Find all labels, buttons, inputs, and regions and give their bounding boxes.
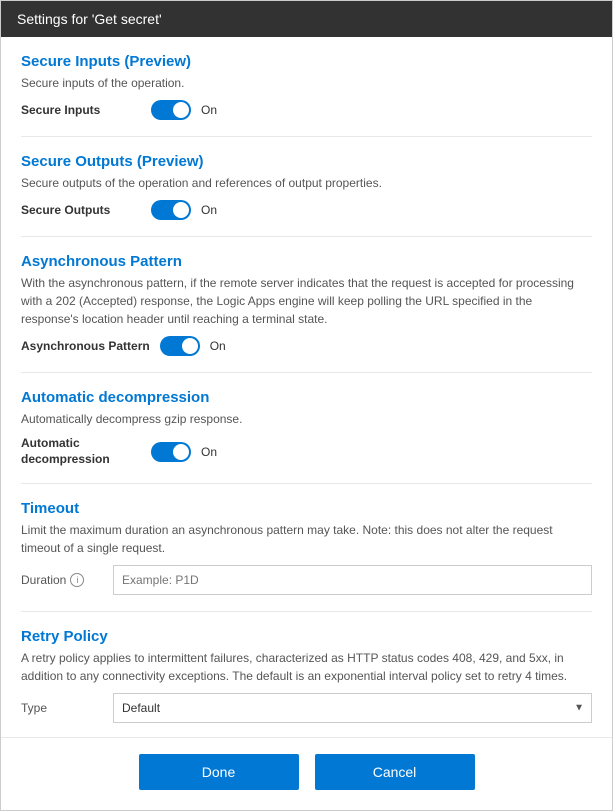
timeout-desc: Limit the maximum duration an asynchrono… (21, 521, 592, 557)
secure-inputs-toggle[interactable] (151, 100, 191, 120)
auto-decompress-desc: Automatically decompress gzip response. (21, 410, 592, 428)
timeout-field-row: Duration i (21, 565, 592, 595)
dialog-footer: Done Cancel (1, 737, 612, 810)
secure-inputs-title: Secure Inputs (Preview) (21, 53, 592, 70)
duration-input[interactable] (113, 565, 592, 595)
retry-type-label: Type (21, 701, 101, 715)
secure-inputs-toggle-row: Secure Inputs On (21, 100, 592, 120)
settings-dialog: Settings for 'Get secret' Secure Inputs … (0, 0, 613, 811)
timeout-section: Timeout Limit the maximum duration an as… (21, 500, 592, 612)
secure-outputs-label: Secure Outputs (21, 203, 141, 217)
timeout-title: Timeout (21, 500, 592, 517)
retry-type-row: Type Default None Fixed interval Exponen… (21, 693, 592, 723)
cancel-button[interactable]: Cancel (315, 754, 475, 790)
secure-inputs-toggle-state: On (201, 103, 217, 117)
secure-outputs-toggle-state: On (201, 203, 217, 217)
dialog-title: Settings for 'Get secret' (17, 11, 162, 27)
async-pattern-desc: With the asynchronous pattern, if the re… (21, 274, 592, 328)
secure-inputs-section: Secure Inputs (Preview) Secure inputs of… (21, 53, 592, 137)
secure-outputs-desc: Secure outputs of the operation and refe… (21, 174, 592, 192)
async-pattern-toggle-state: On (210, 339, 226, 353)
async-pattern-toggle-row: Asynchronous Pattern On (21, 336, 592, 356)
retry-policy-desc: A retry policy applies to intermittent f… (21, 649, 592, 685)
retry-policy-section: Retry Policy A retry policy applies to i… (21, 628, 592, 737)
done-button[interactable]: Done (139, 754, 299, 790)
secure-outputs-toggle[interactable] (151, 200, 191, 220)
auto-decompress-section: Automatic decompression Automatically de… (21, 389, 592, 484)
retry-policy-title: Retry Policy (21, 628, 592, 645)
secure-outputs-toggle-row: Secure Outputs On (21, 200, 592, 220)
duration-info-icon[interactable]: i (70, 573, 84, 587)
auto-decompress-label: Automatic decompression (21, 436, 141, 467)
retry-type-select-wrapper: Default None Fixed interval Exponential … (113, 693, 592, 723)
retry-type-select[interactable]: Default None Fixed interval Exponential … (113, 693, 592, 723)
auto-decompress-title: Automatic decompression (21, 389, 592, 406)
dialog-body: Secure Inputs (Preview) Secure inputs of… (1, 37, 612, 737)
dialog-header: Settings for 'Get secret' (1, 1, 612, 37)
secure-outputs-title: Secure Outputs (Preview) (21, 153, 592, 170)
async-pattern-label: Asynchronous Pattern (21, 339, 150, 353)
auto-decompress-toggle-state: On (201, 445, 217, 459)
auto-decompress-toggle[interactable] (151, 442, 191, 462)
async-pattern-section: Asynchronous Pattern With the asynchrono… (21, 253, 592, 373)
secure-outputs-section: Secure Outputs (Preview) Secure outputs … (21, 153, 592, 237)
auto-decompress-toggle-row: Automatic decompression On (21, 436, 592, 467)
secure-inputs-desc: Secure inputs of the operation. (21, 74, 592, 92)
duration-label: Duration i (21, 573, 101, 587)
async-pattern-toggle[interactable] (160, 336, 200, 356)
async-pattern-title: Asynchronous Pattern (21, 253, 592, 270)
secure-inputs-label: Secure Inputs (21, 103, 141, 117)
